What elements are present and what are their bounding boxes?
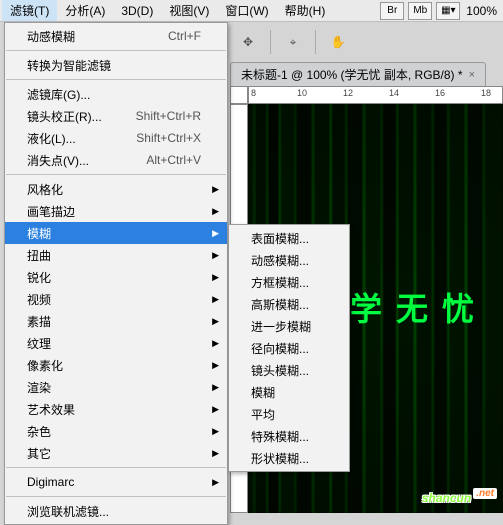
menu-item-pixelate[interactable]: 像素化▶ (5, 354, 227, 376)
menu-item-sketch[interactable]: 素描▶ (5, 310, 227, 332)
menu-item-shape-blur[interactable]: 形状模糊... (229, 447, 349, 469)
bridge-icon[interactable]: Br (380, 2, 404, 20)
menu-item-gaussian-blur[interactable]: 高斯模糊... (229, 293, 349, 315)
menu-item-filter-gallery[interactable]: 滤镜库(G)... (5, 83, 227, 105)
menubar: 滤镜(T) 分析(A) 3D(D) 视图(V) 窗口(W) 帮助(H) Br M… (0, 0, 503, 22)
blur-submenu: 表面模糊... 动感模糊... 方框模糊... 高斯模糊... 进一步模糊 径向… (228, 224, 350, 472)
menu-item-motion-blur-last[interactable]: 动感模糊Ctrl+F (5, 25, 227, 47)
chevron-right-icon: ▶ (212, 206, 219, 217)
chevron-right-icon: ▶ (212, 448, 219, 459)
chevron-right-icon: ▶ (212, 294, 219, 305)
chevron-right-icon: ▶ (212, 316, 219, 327)
menu-item-box-blur[interactable]: 方框模糊... (229, 271, 349, 293)
menu-window[interactable]: 窗口(W) (217, 0, 276, 21)
canvas-text-layer: 学无忧 (350, 284, 488, 330)
menu-item-liquify[interactable]: 液化(L)...Shift+Ctrl+X (5, 127, 227, 149)
menu-item-blur[interactable]: 模糊▶ (5, 222, 227, 244)
chevron-right-icon: ▶ (212, 250, 219, 261)
chevron-right-icon: ▶ (212, 338, 219, 349)
document-tab[interactable]: 未标题-1 @ 100% (学无忧 副本, RGB/8) * × (230, 62, 486, 86)
zoom-level[interactable]: 100% (462, 4, 501, 18)
menu-item-blur-more[interactable]: 进一步模糊 (229, 315, 349, 337)
ruler-tick: 16 (435, 88, 445, 98)
menu-item-browse-filters[interactable]: 浏览联机滤镜... (5, 500, 227, 522)
chevron-right-icon: ▶ (212, 404, 219, 415)
ruler-tick: 12 (343, 88, 353, 98)
menu-item-other[interactable]: 其它▶ (5, 442, 227, 464)
tab-title: 未标题-1 @ 100% (学无忧 副本, RGB/8) * (241, 66, 463, 83)
hand-icon[interactable]: ✋ (328, 32, 348, 52)
watermark-suffix: .net (473, 488, 497, 499)
watermark: shancun.net (422, 486, 497, 507)
menu-item-sharpen[interactable]: 锐化▶ (5, 266, 227, 288)
menu-3d[interactable]: 3D(D) (113, 2, 161, 20)
menu-item-artistic[interactable]: 艺术效果▶ (5, 398, 227, 420)
chevron-right-icon: ▶ (212, 228, 219, 239)
minibridge-icon[interactable]: Mb (408, 2, 432, 20)
ruler-tick: 8 (251, 88, 256, 98)
menu-item-vanishing-point[interactable]: 消失点(V)...Alt+Ctrl+V (5, 149, 227, 171)
menu-view[interactable]: 视图(V) (161, 0, 217, 21)
chevron-right-icon: ▶ (212, 477, 219, 488)
menu-item-motion-blur[interactable]: 动感模糊... (229, 249, 349, 271)
ruler-tick: 14 (389, 88, 399, 98)
menu-item-blur-basic[interactable]: 模糊 (229, 381, 349, 403)
chevron-right-icon: ▶ (212, 426, 219, 437)
menu-item-smart-blur[interactable]: 特殊模糊... (229, 425, 349, 447)
screen-mode-icon[interactable]: ▦▾ (436, 2, 460, 20)
menu-item-lens-correction[interactable]: 镜头校正(R)...Shift+Ctrl+R (5, 105, 227, 127)
menu-item-convert-smart[interactable]: 转换为智能滤镜 (5, 54, 227, 76)
menu-item-noise[interactable]: 杂色▶ (5, 420, 227, 442)
ruler-tick: 10 (297, 88, 307, 98)
menu-analysis[interactable]: 分析(A) (57, 0, 113, 21)
document-tabs: 未标题-1 @ 100% (学无忧 副本, RGB/8) * × (230, 62, 503, 86)
brush-icon[interactable]: ⌖ (283, 32, 303, 52)
ruler-tick: 18 (481, 88, 491, 98)
options-bar: ✥ ⌖ ✋ (230, 22, 503, 62)
menu-item-radial-blur[interactable]: 径向模糊... (229, 337, 349, 359)
menu-item-average[interactable]: 平均 (229, 403, 349, 425)
ruler-origin[interactable] (230, 86, 248, 104)
menu-item-surface-blur[interactable]: 表面模糊... (229, 227, 349, 249)
close-icon[interactable]: × (469, 69, 475, 81)
tool-icon[interactable]: ✥ (238, 32, 258, 52)
menu-help[interactable]: 帮助(H) (277, 0, 334, 21)
chevron-right-icon: ▶ (212, 360, 219, 371)
menu-item-stylize[interactable]: 风格化▶ (5, 178, 227, 200)
menu-item-render[interactable]: 渲染▶ (5, 376, 227, 398)
chevron-right-icon: ▶ (212, 272, 219, 283)
menu-filter[interactable]: 滤镜(T) (2, 0, 57, 21)
menu-item-lens-blur[interactable]: 镜头模糊... (229, 359, 349, 381)
ruler-horizontal[interactable]: 8 10 12 14 16 18 (248, 86, 503, 104)
menu-item-brush-strokes[interactable]: 画笔描边▶ (5, 200, 227, 222)
chevron-right-icon: ▶ (212, 184, 219, 195)
menu-item-texture[interactable]: 纹理▶ (5, 332, 227, 354)
filter-menu: 动感模糊Ctrl+F 转换为智能滤镜 滤镜库(G)... 镜头校正(R)...S… (4, 22, 228, 525)
menu-item-distort[interactable]: 扭曲▶ (5, 244, 227, 266)
watermark-brand: shancun (422, 491, 471, 505)
menu-item-digimarc[interactable]: Digimarc▶ (5, 471, 227, 493)
menu-item-video[interactable]: 视频▶ (5, 288, 227, 310)
chevron-right-icon: ▶ (212, 382, 219, 393)
